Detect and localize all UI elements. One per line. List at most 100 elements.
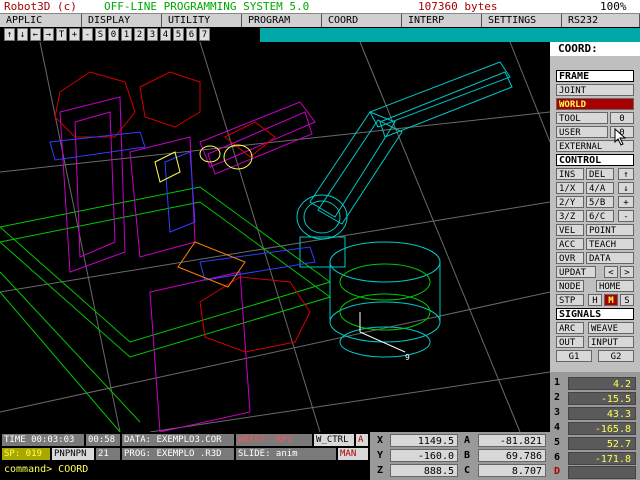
toolbar-view-1-button[interactable]: 1 (121, 28, 132, 41)
axis-label: 9 (405, 353, 410, 362)
toolbar-up-button[interactable]: ↑ (4, 28, 15, 41)
3z-button[interactable]: 3/Z (556, 210, 584, 222)
node-button[interactable]: NODE (556, 280, 584, 292)
elapsed-readout: 00:58 (86, 434, 120, 446)
plus-button[interactable]: + (618, 196, 634, 208)
teach-button[interactable]: TEACH (586, 238, 634, 250)
c-value: 8.707 (478, 464, 546, 477)
toolbar-view-0-button[interactable]: 0 (108, 28, 119, 41)
home-button[interactable]: HOME (596, 280, 634, 292)
data-file: DATA: EXEMPLO3.COR (122, 434, 234, 446)
time-readout: TIME 00:03:03 (2, 434, 84, 446)
menu-utility[interactable]: UTILITY (162, 14, 242, 27)
menu-program[interactable]: PROGRAM (242, 14, 322, 27)
menu-applic[interactable]: APPLIC (0, 14, 82, 27)
2y-button[interactable]: 2/Y (556, 196, 584, 208)
point-count: 21 (96, 448, 120, 460)
weave-button[interactable]: WEAVE (588, 322, 634, 334)
ovr-button[interactable]: OVR (556, 252, 584, 264)
toolbar-view-5-button[interactable]: 5 (173, 28, 184, 41)
4a-button[interactable]: 4/A (586, 182, 614, 194)
magenta-robot (59, 96, 316, 432)
menu-rs232[interactable]: RS232 (562, 14, 640, 27)
6c-button[interactable]: 6/C (586, 210, 614, 222)
speed-readout: SP: 019 (2, 448, 50, 460)
menu-settings[interactable]: SETTINGS (482, 14, 562, 27)
point-button[interactable]: POINT (586, 224, 634, 236)
joint-3-label: 3 (554, 407, 561, 418)
stp-button[interactable]: STP (556, 294, 584, 306)
ins-button[interactable]: INS (556, 168, 584, 180)
minus-button[interactable]: - (618, 210, 634, 222)
1x-button[interactable]: 1/X (556, 182, 584, 194)
prev-button[interactable]: < (604, 266, 618, 278)
toolbar-view-4-button[interactable]: 4 (160, 28, 171, 41)
m-button[interactable]: M (604, 294, 618, 306)
frame-title: FRAME (556, 70, 634, 82)
toolbar: ↑ ↓ ← → T + - S 0 1 2 3 4 5 6 7 (0, 28, 640, 42)
control-title: CONTROL (556, 154, 634, 166)
toolbar-view-3-button[interactable]: 3 (147, 28, 158, 41)
a-label: A (463, 435, 471, 446)
vel-button[interactable]: VEL (556, 224, 584, 236)
menu-coord[interactable]: COORD (322, 14, 402, 27)
toolbar-left-button[interactable]: ← (30, 28, 41, 41)
5b-button[interactable]: 5/B (586, 196, 614, 208)
del-button[interactable]: DEL (586, 168, 614, 180)
toolbar-fill (260, 28, 640, 42)
joint-5-value: 52.7 (568, 437, 636, 450)
joint-6-label: 6 (554, 452, 561, 463)
toolbar-view-6-button[interactable]: 6 (186, 28, 197, 41)
joint-button[interactable]: JOINT (556, 84, 634, 96)
config-readout: PNPNPN (52, 448, 94, 460)
command-line[interactable]: command> COORD (2, 463, 368, 477)
user-button[interactable]: USER (556, 126, 608, 138)
joint-4-value: -165.8 (568, 422, 636, 435)
green-robot-base (339, 263, 431, 331)
menu-interp[interactable]: INTERP (402, 14, 482, 27)
data-button[interactable]: DATA (586, 252, 634, 264)
robot-wireframe-scene: 9 (0, 42, 550, 432)
updat-button[interactable]: UPDAT (556, 266, 596, 278)
joint-1-value: 4.2 (568, 377, 636, 390)
a-flag: A (356, 434, 368, 446)
g2-button[interactable]: G2 (598, 350, 634, 362)
out-button[interactable]: OUT (556, 336, 584, 348)
joint-1-label: 1 (554, 377, 561, 388)
input-button[interactable]: INPUT (588, 336, 634, 348)
prog-file: PROG: EXEMPLO .R3D (122, 448, 234, 460)
x-label: X (376, 435, 384, 446)
toolbar-right-button[interactable]: → (43, 28, 54, 41)
joint-2-label: 2 (554, 392, 561, 403)
c-label: C (463, 465, 471, 476)
h-button[interactable]: H (588, 294, 602, 306)
next-button[interactable]: > (620, 266, 634, 278)
tool-button[interactable]: TOOL (556, 112, 608, 124)
tool-value[interactable]: 0 (610, 112, 634, 124)
toolbar-zoom-in-button[interactable]: + (69, 28, 80, 41)
x-value: 1149.5 (390, 434, 458, 447)
toolbar-zoom-out-button[interactable]: - (82, 28, 93, 41)
joint-values: 1 4.2 2 -15.5 3 43.3 4 -165.8 5 52.7 6 -… (550, 372, 640, 480)
toolbar-t-button[interactable]: T (56, 28, 67, 41)
acc-button[interactable]: ACC (556, 238, 584, 250)
3d-viewport[interactable]: 9 (0, 42, 550, 432)
world-button[interactable]: WORLD (556, 98, 634, 110)
z-label: Z (376, 465, 384, 476)
joint-d-value (568, 466, 636, 479)
toolbar-view-7-button[interactable]: 7 (199, 28, 210, 41)
g1-button[interactable]: G1 (556, 350, 592, 362)
wctrl-button[interactable]: W_CTRL (314, 434, 354, 446)
up-arrow-button[interactable]: ↑ (618, 168, 634, 180)
z-value: 888.5 (390, 464, 458, 477)
arc-button[interactable]: ARC (556, 322, 584, 334)
down-arrow-button[interactable]: ↓ (618, 182, 634, 194)
slide-readout: SLIDE: anim (236, 448, 336, 460)
joint-4-label: 4 (554, 422, 561, 433)
toolbar-down-button[interactable]: ↓ (17, 28, 28, 41)
s-button[interactable]: S (620, 294, 634, 306)
toolbar-view-2-button[interactable]: 2 (134, 28, 145, 41)
man-mode[interactable]: MAN (338, 448, 368, 460)
menu-display[interactable]: DISPLAY (82, 14, 162, 27)
toolbar-s-button[interactable]: S (95, 28, 106, 41)
